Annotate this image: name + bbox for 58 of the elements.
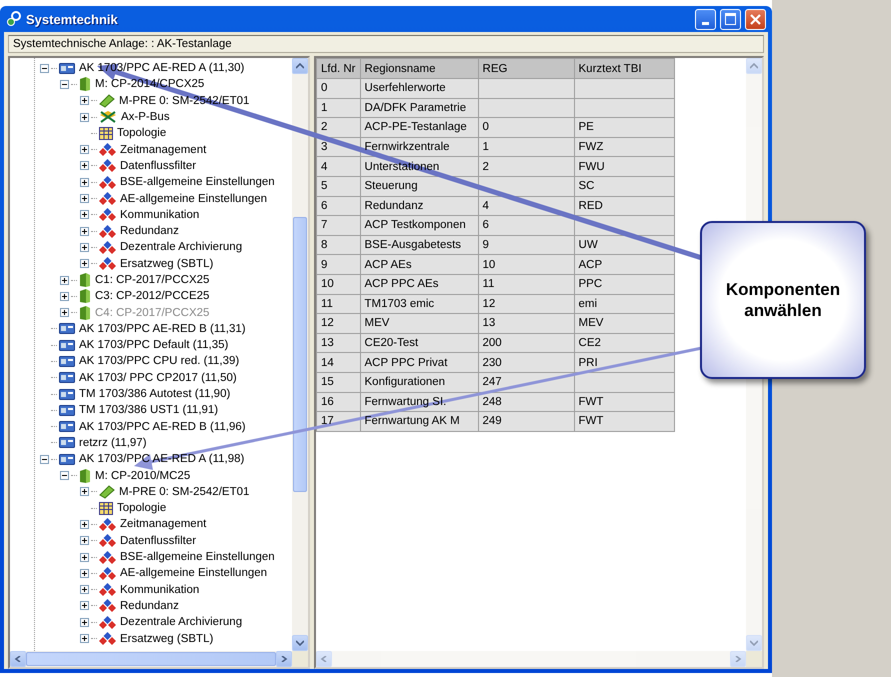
table-cell: ACP PPC Privat <box>360 352 478 372</box>
table-cell: 14 <box>316 352 360 372</box>
table-cell: TM1703 emic <box>360 294 478 314</box>
table-cell: CE20-Test <box>360 333 478 353</box>
table-cell: 1 <box>478 137 574 157</box>
table-cell: Konfigurationen <box>360 372 478 392</box>
table-cell: emi <box>574 294 674 314</box>
table-cell: RED <box>574 196 674 216</box>
table-cell: 9 <box>316 254 360 274</box>
table-cell: 0 <box>316 78 360 98</box>
table-cell: 4 <box>316 156 360 176</box>
table-cell: ACP <box>574 254 674 274</box>
table-cell: 10 <box>316 274 360 294</box>
callout-tooltip: Komponenten anwählen <box>700 221 866 379</box>
table-cell: ACP-PE-Testanlage <box>360 118 478 138</box>
table-cell: 1 <box>316 98 360 118</box>
table-cell: FWZ <box>574 137 674 157</box>
table-cell: SC <box>574 176 674 196</box>
table-cell: 6 <box>478 216 574 236</box>
table-cell: 200 <box>478 333 574 353</box>
table-cell: 10 <box>478 254 574 274</box>
table-cell: 2 <box>478 156 574 176</box>
table-cell: 9 <box>478 235 574 255</box>
table-cell: FWT <box>574 412 674 432</box>
table-cell: 5 <box>316 176 360 196</box>
table-cell: 12 <box>478 294 574 314</box>
table-cell: 230 <box>478 352 574 372</box>
table-cell: DA/DFK Parametrie <box>360 98 478 118</box>
table-cell: CE2 <box>574 333 674 353</box>
table-cell: 6 <box>316 196 360 216</box>
table-cell: 13 <box>478 314 574 334</box>
table-cell: 0 <box>478 118 574 138</box>
table-cell: ACP PPC AEs <box>360 274 478 294</box>
table-cell: 15 <box>316 372 360 392</box>
address-bar: Systemtechnische Anlage: : AK-Testanlage <box>8 35 764 53</box>
table-cell: Redundanz <box>360 196 478 216</box>
table-cell: BSE-Ausgabetests <box>360 235 478 255</box>
table-cell: FWT <box>574 392 674 412</box>
table-cell: MEV <box>574 314 674 334</box>
table-cell: 8 <box>316 235 360 255</box>
table-cell: MEV <box>360 314 478 334</box>
table-cell: 16 <box>316 392 360 412</box>
table-cell: 12 <box>316 314 360 334</box>
window-title: Systemtechnik <box>26 12 119 26</box>
table-cell: 13 <box>316 333 360 353</box>
table-cell: FWU <box>574 156 674 176</box>
table-cell: PPC <box>574 274 674 294</box>
table-cell: 11 <box>316 294 360 314</box>
table-cell: Userfehlerworte <box>360 78 478 98</box>
table-cell: 11 <box>478 274 574 294</box>
table-cell: ACP Testkomponen <box>360 216 478 236</box>
table-cell: 2 <box>316 118 360 138</box>
table-cell: 7 <box>316 216 360 236</box>
table-cell: 248 <box>478 392 574 412</box>
table-cell: Fernwartung AK M <box>360 412 478 432</box>
table-cell: ACP AEs <box>360 254 478 274</box>
table-cell: 249 <box>478 412 574 432</box>
table-cell: PE <box>574 118 674 138</box>
